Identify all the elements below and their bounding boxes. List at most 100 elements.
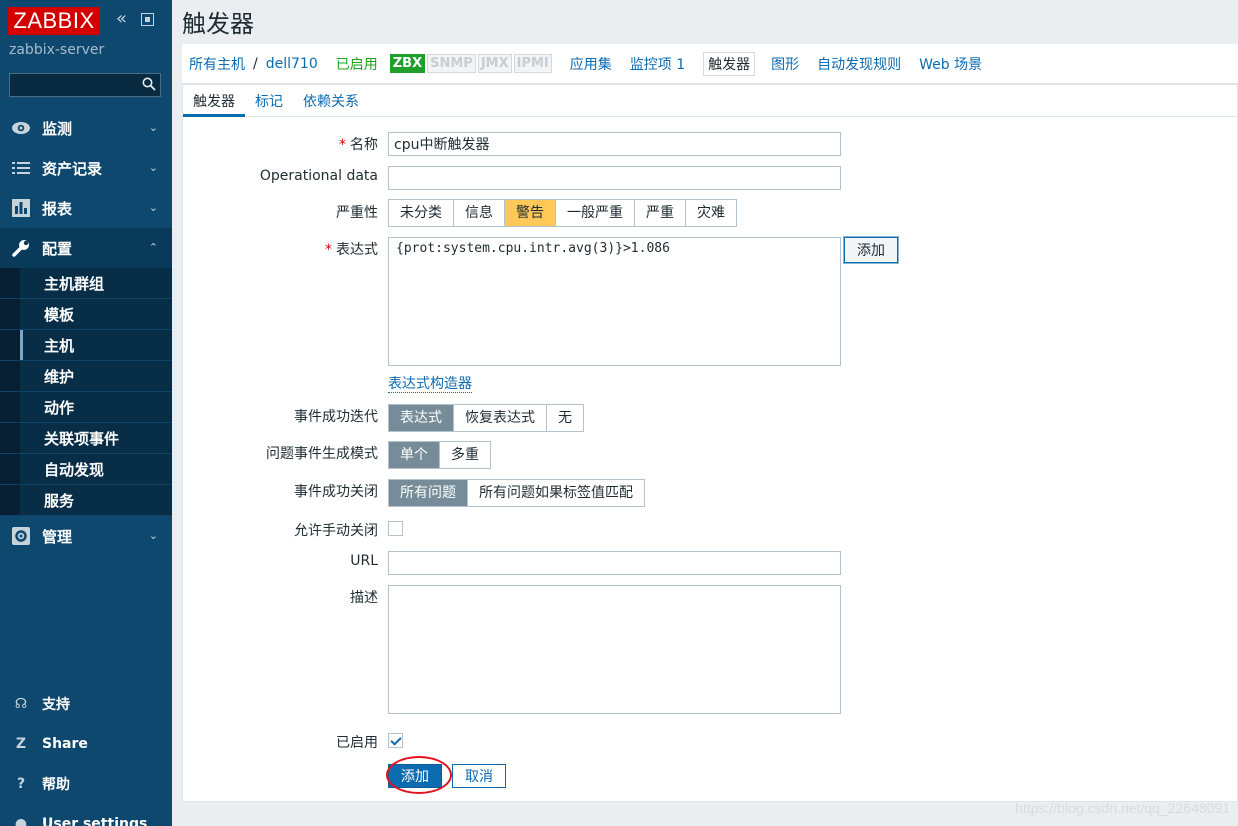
required-marker: * — [339, 137, 346, 153]
breadcrumb-host[interactable]: dell710 — [266, 56, 318, 72]
submenu-hosts[interactable]: 主机 — [0, 330, 172, 361]
nav-inventory[interactable]: 资产记录 ⌄ — [0, 148, 172, 188]
chevron-up-icon: ⌃ — [148, 241, 158, 254]
chevron-down-icon: ⌄ — [148, 201, 158, 214]
host-status-enabled[interactable]: 已启用 — [336, 54, 378, 74]
ok-event-label: 事件成功迭代 — [294, 409, 378, 425]
help-icon: ? — [16, 776, 26, 792]
problem-mode-label: 问题事件生成模式 — [266, 446, 378, 462]
description-label: 描述 — [350, 590, 378, 606]
nav-monitoring-label: 监测 — [42, 119, 73, 138]
severity-average[interactable]: 一般严重 — [556, 200, 635, 226]
ok-close-label: 事件成功关闭 — [294, 484, 378, 500]
nav-share-label: Share — [42, 736, 88, 752]
nav-user-settings-label: User settings — [42, 816, 148, 826]
problem-mode-multiple[interactable]: 多重 — [440, 442, 490, 468]
tab-trigger[interactable]: 触发器 — [183, 85, 245, 117]
nav-support[interactable]: ☊ 支持 — [0, 684, 172, 724]
url-input[interactable] — [388, 551, 841, 575]
nav-monitoring[interactable]: 监测 ⌄ — [0, 108, 172, 148]
breadcrumb-discovery-rules[interactable]: 自动发现规则 — [817, 54, 901, 74]
add-expression-wrap: 添加 — [844, 237, 898, 263]
expression-textarea[interactable]: {prot:system.cpu.intr.avg(3)}>1.086 — [388, 237, 841, 366]
problem-mode-single[interactable]: 单个 — [389, 442, 440, 468]
ok-close-all-problems[interactable]: 所有问题 — [389, 480, 468, 506]
ok-close-selector: 所有问题 所有问题如果标签值匹配 — [388, 479, 645, 507]
opdata-input[interactable] — [388, 166, 841, 190]
chevron-down-icon: ⌄ — [148, 529, 158, 542]
submenu-maintenance[interactable]: 维护 — [0, 361, 172, 392]
name-label: * 名称 — [339, 134, 378, 154]
breadcrumb-items[interactable]: 监控项 1 — [630, 54, 685, 74]
manual-close-checkbox[interactable] — [388, 521, 403, 536]
chevron-down-icon: ⌄ — [148, 121, 158, 134]
ok-event-recovery-expression[interactable]: 恢复表达式 — [454, 405, 547, 431]
opdata-label: Operational data — [259, 168, 378, 184]
description-textarea[interactable] — [388, 585, 841, 714]
ok-event-expression[interactable]: 表达式 — [389, 405, 454, 431]
nav-share[interactable]: Z Share — [0, 724, 172, 764]
kiosk-mode-icon[interactable] — [141, 13, 154, 26]
breadcrumb-web-scenarios[interactable]: Web 场景 — [919, 54, 982, 74]
url-label: URL — [350, 553, 378, 569]
name-label-text: 名称 — [350, 137, 378, 153]
enabled-checkbox[interactable] — [388, 733, 403, 748]
submit-add-button[interactable]: 添加 — [388, 764, 442, 788]
expr-constructor-wrap: 表达式构造器 — [388, 373, 472, 393]
tab-dependencies[interactable]: 依赖关系 — [293, 85, 369, 117]
breadcrumb-all-hosts[interactable]: 所有主机 — [189, 54, 245, 74]
breadcrumb-triggers[interactable]: 触发器 — [703, 51, 756, 76]
expression-label-text: 表达式 — [336, 242, 378, 258]
name-input[interactable] — [388, 132, 841, 156]
nav-administration[interactable]: 管理 ⌄ — [0, 516, 172, 556]
availability-tags: ZBX SNMP JMX IPMI — [389, 54, 554, 73]
enabled-wrap — [388, 733, 403, 748]
submenu-discovery[interactable]: 自动发现 — [0, 454, 172, 485]
enabled-label: 已启用 — [336, 735, 378, 751]
description-field-wrap — [388, 585, 841, 718]
nav-administration-label: 管理 — [42, 527, 73, 546]
zabbix-logo[interactable]: ZABBIX — [8, 7, 100, 35]
nav-configuration-label: 配置 — [42, 239, 73, 258]
breadcrumb-applications[interactable]: 应用集 — [570, 54, 612, 74]
ok-event-none[interactable]: 无 — [547, 405, 583, 431]
search-icon[interactable] — [142, 77, 156, 91]
severity-information[interactable]: 信息 — [454, 200, 505, 226]
submenu-actions[interactable]: 动作 — [0, 392, 172, 423]
sidebar: ZABBIX « zabbix-server 监测 ⌄ 资产记录 ⌄ 报表 ⌄ … — [0, 0, 172, 826]
tag-ipmi: IPMI — [513, 54, 552, 73]
severity-warning[interactable]: 警告 — [505, 200, 556, 226]
tab-tags[interactable]: 标记 — [245, 85, 293, 117]
severity-disaster[interactable]: 灾难 — [686, 200, 736, 226]
submenu-event-correlation[interactable]: 关联项事件 — [0, 423, 172, 454]
nav-configuration[interactable]: 配置 ⌃ — [0, 228, 172, 268]
nav-inventory-label: 资产记录 — [42, 159, 103, 178]
expression-field-wrap: {prot:system.cpu.intr.avg(3)}>1.086 — [388, 237, 841, 370]
page-title: 触发器 — [182, 10, 254, 38]
manual-close-wrap — [388, 521, 403, 536]
breadcrumb-graphs[interactable]: 图形 — [771, 54, 799, 74]
severity-label: 严重性 — [336, 205, 378, 221]
severity-not-classified[interactable]: 未分类 — [389, 200, 454, 226]
required-marker: * — [325, 242, 332, 258]
submenu-services[interactable]: 服务 — [0, 485, 172, 516]
severity-high[interactable]: 严重 — [635, 200, 686, 226]
expression-constructor-link[interactable]: 表达式构造器 — [388, 376, 472, 393]
nav-user-settings[interactable]: ● User settings — [0, 804, 172, 826]
collapse-sidebar-icon[interactable]: « — [116, 10, 127, 28]
main-area: 触发器 所有主机 / dell710 已启用 ZBX SNMP JMX IPMI… — [172, 0, 1238, 826]
submenu-host-groups[interactable]: 主机群组 — [0, 268, 172, 299]
problem-mode-selector: 单个 多重 — [388, 441, 491, 469]
submenu-templates[interactable]: 模板 — [0, 299, 172, 330]
manual-close-label: 允许手动关闭 — [294, 523, 378, 539]
nav-help[interactable]: ? 帮助 — [0, 764, 172, 804]
nav-support-label: 支持 — [42, 697, 70, 713]
nav-reports[interactable]: 报表 ⌄ — [0, 188, 172, 228]
ok-close-tag-match[interactable]: 所有问题如果标签值匹配 — [468, 480, 644, 506]
add-expression-button[interactable]: 添加 — [844, 237, 898, 263]
tag-zbx: ZBX — [389, 54, 426, 73]
cancel-button[interactable]: 取消 — [452, 764, 506, 788]
headset-icon: ☊ — [14, 696, 28, 712]
search-input[interactable] — [9, 73, 161, 97]
form-container: 触发器 标记 依赖关系 *名称 Operational data 严重性 未分类… — [182, 84, 1238, 802]
